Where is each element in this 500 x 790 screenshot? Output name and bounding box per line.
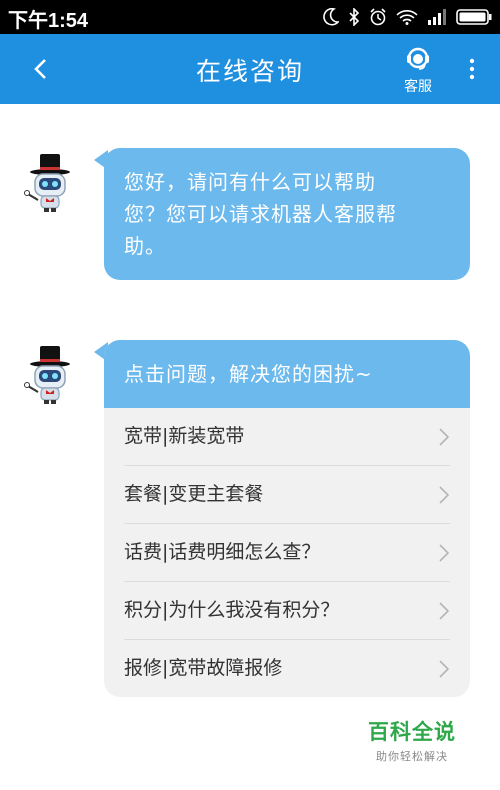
app-header: 在线咨询 客服 <box>0 34 500 104</box>
robot-avatar <box>18 342 82 406</box>
faq-item-label: 报修|宽带故障报修 <box>124 657 283 679</box>
bluetooth-icon <box>348 8 360 26</box>
faq-item-label: 话费|话费明细怎么查？ <box>124 541 321 563</box>
signal-icon <box>427 9 447 25</box>
greeting-line: 助。 <box>124 234 166 258</box>
moon-icon <box>323 8 339 26</box>
status-icons <box>323 7 492 27</box>
faq-item[interactable]: 套餐|变更主套餐 <box>124 466 450 524</box>
faq-item[interactable]: 报修|宽带故障报修 <box>124 640 450 697</box>
chevron-right-icon <box>439 602 450 620</box>
customer-service-label: 客服 <box>404 79 432 95</box>
faq-card: 点击问题，解决您的困扰~ 宽带|新装宽带 套餐|变更主套餐 话费|话费明细怎么查… <box>104 340 470 697</box>
faq-item-label: 积分|为什么我没有积分？ <box>124 599 340 621</box>
faq-title: 点击问题，解决您的困扰~ <box>104 340 470 408</box>
alarm-icon <box>369 8 387 26</box>
customer-service-button[interactable]: 客服 <box>398 42 438 98</box>
watermark-subtitle: 助你轻松解决 <box>376 750 448 763</box>
chevron-right-icon <box>439 660 450 678</box>
faq-item[interactable]: 话费|话费明细怎么查？ <box>124 524 450 582</box>
wifi-icon <box>396 9 418 25</box>
watermark: 百科全说 助你轻松解决 <box>362 716 462 764</box>
greeting-message: 您好，请问有什么可以帮助 您？您可以请求机器人客服帮 助。 <box>104 148 470 280</box>
robot-avatar <box>18 150 82 214</box>
greeting-line: 您？您可以请求机器人客服帮 <box>124 202 397 226</box>
faq-item[interactable]: 宽带|新装宽带 <box>124 408 450 466</box>
status-time: 下午1:54 <box>8 10 89 32</box>
status-bar: 下午1:54 <box>0 0 500 34</box>
chevron-right-icon <box>439 486 450 504</box>
faq-item-label: 套餐|变更主套餐 <box>124 483 264 505</box>
faq-item[interactable]: 积分|为什么我没有积分？ <box>124 582 450 640</box>
greeting-line: 您好，请问有什么可以帮助 <box>124 170 376 194</box>
faq-item-label: 宽带|新装宽带 <box>124 425 245 447</box>
more-icon[interactable] <box>462 54 482 84</box>
chevron-right-icon <box>439 544 450 562</box>
watermark-title: 百科全说 <box>368 720 456 744</box>
battery-icon <box>456 9 492 25</box>
chevron-right-icon <box>439 428 450 446</box>
